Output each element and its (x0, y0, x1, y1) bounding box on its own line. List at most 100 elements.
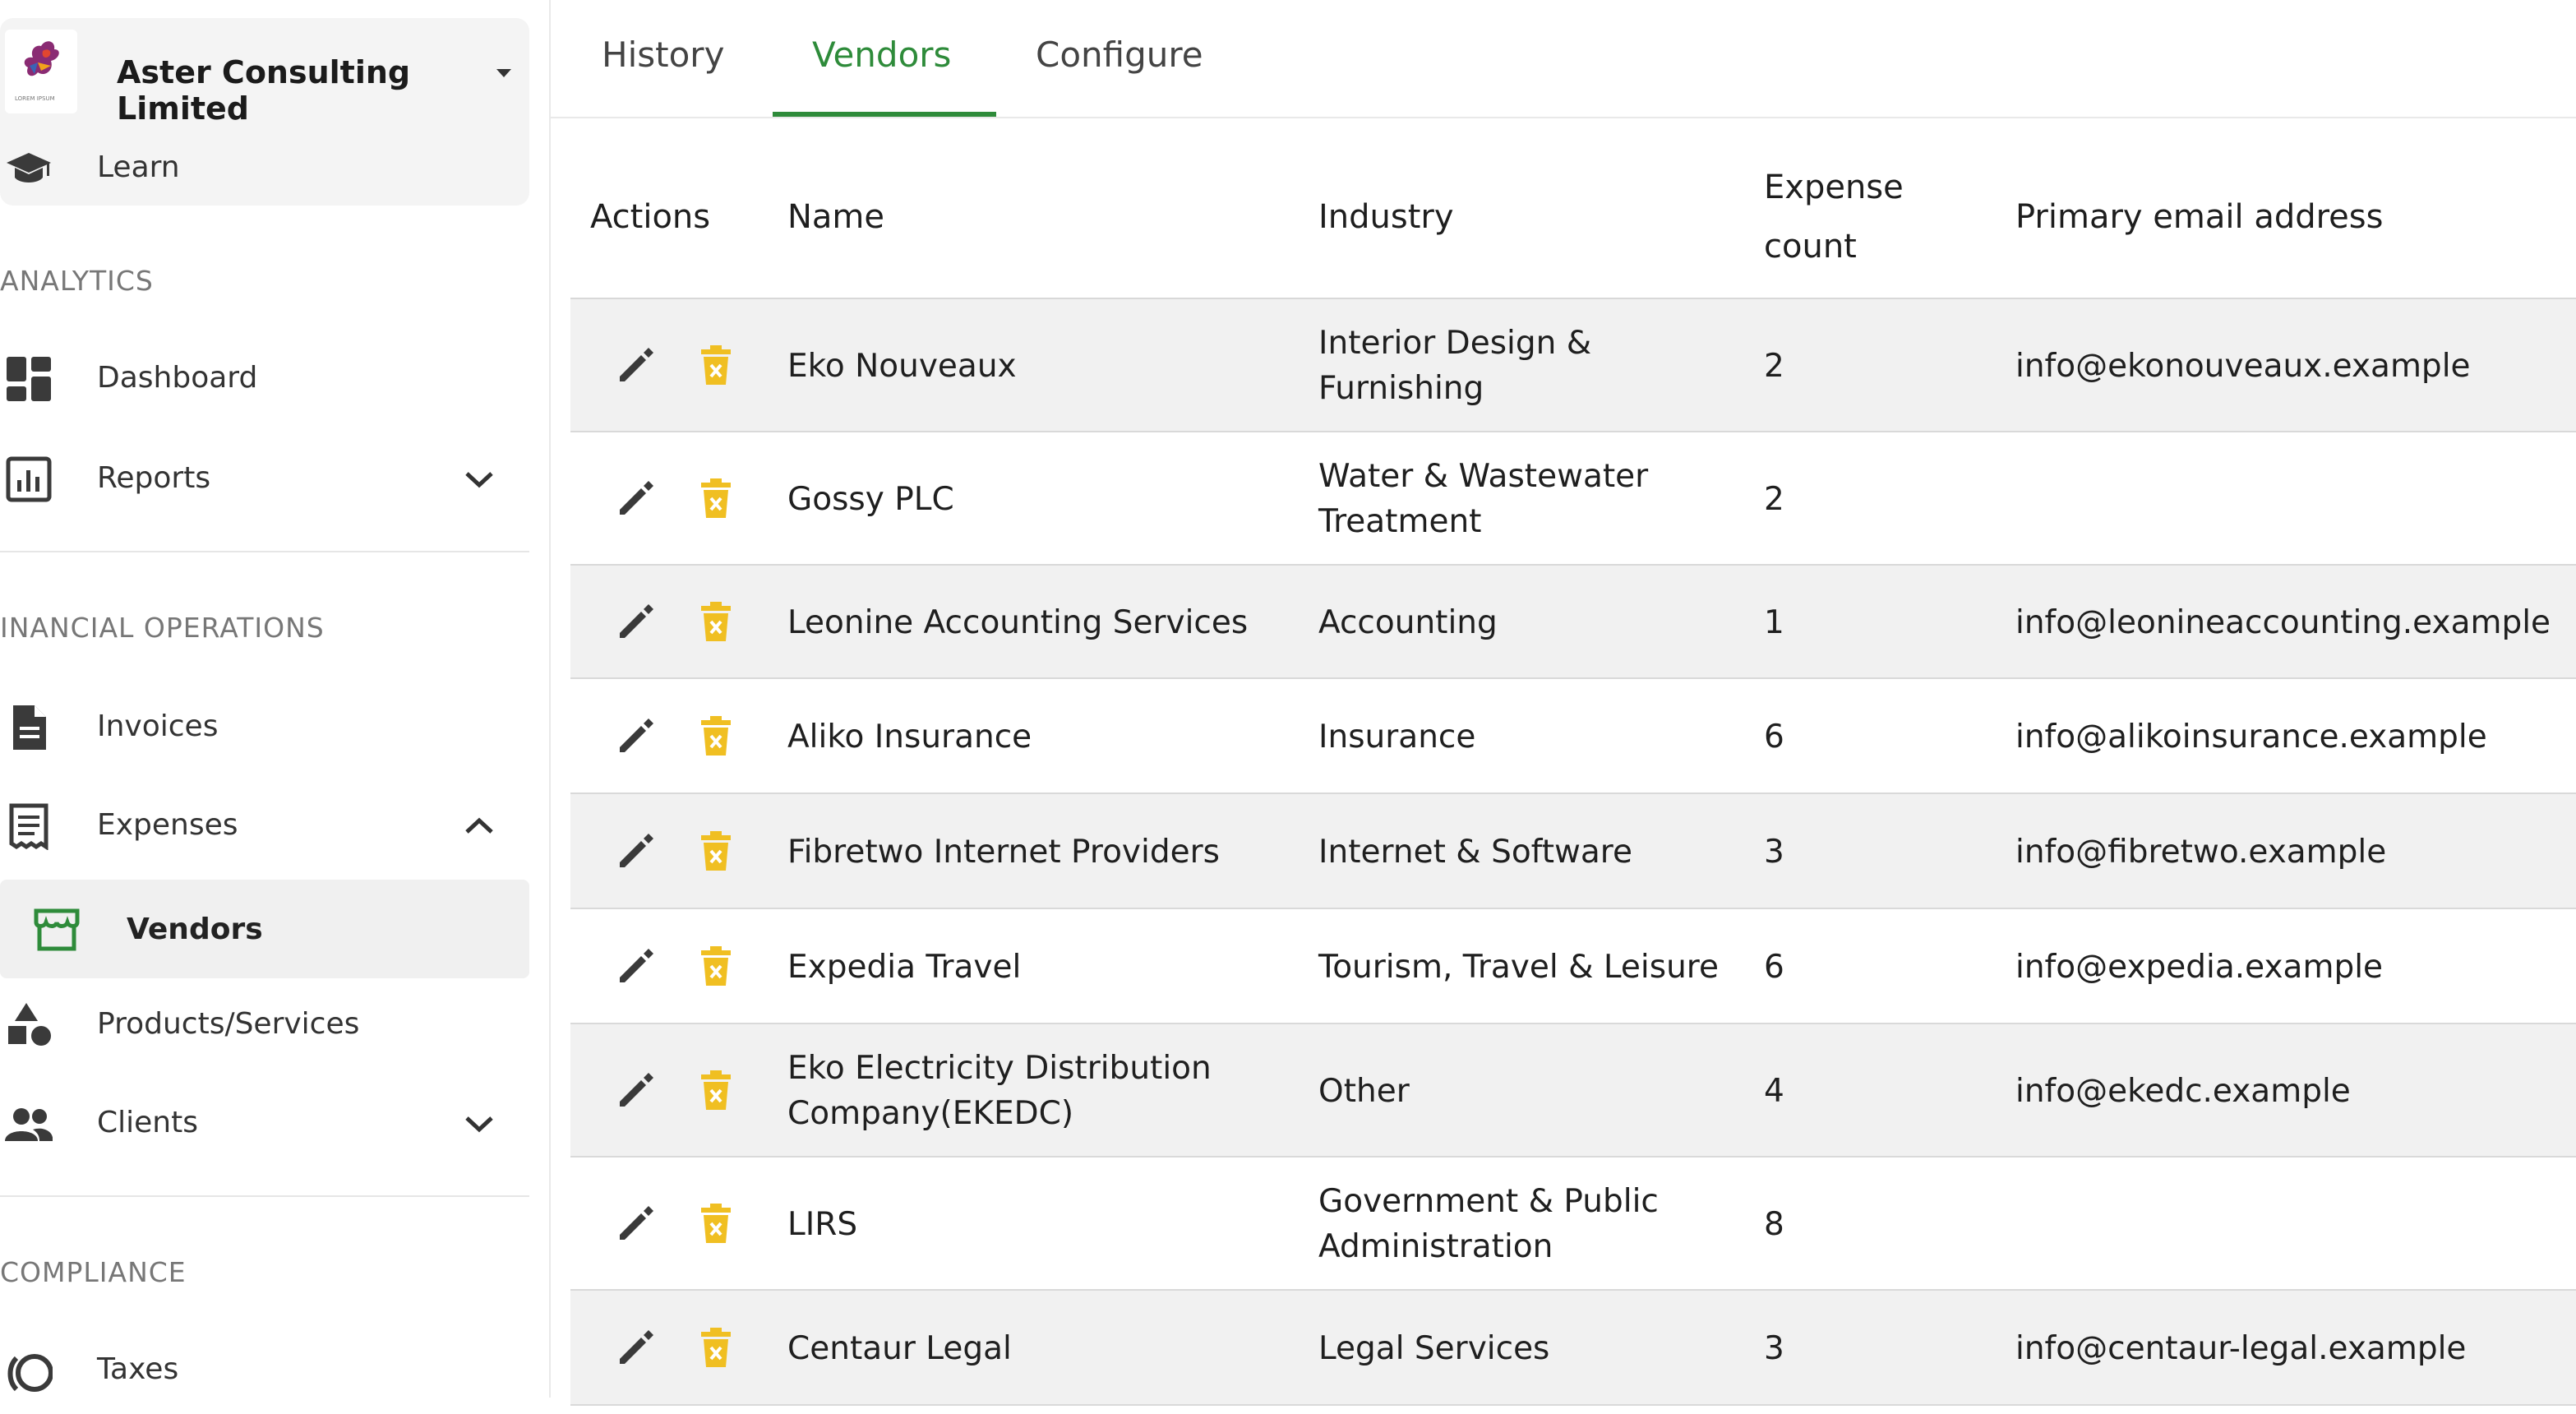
table-row[interactable]: LIRS Government & Public Administration 8 (570, 1158, 2576, 1291)
edit-icon[interactable] (615, 477, 658, 520)
sidebar-item-label: Learn (97, 150, 180, 184)
caret-down-icon[interactable] (496, 69, 511, 77)
org-switcher[interactable]: Aster Consulting Limited (117, 54, 529, 127)
sidebar-item-invoices[interactable]: Invoices (0, 681, 529, 771)
sidebar-item-label: Clients (97, 1106, 198, 1139)
divider (0, 551, 529, 552)
table-row[interactable]: Expedia Travel Tourism, Travel & Leisure 6… (570, 909, 2576, 1024)
vendor-email: info@alikoinsurance.example (2015, 719, 2487, 756)
vendor-expense-count: 4 (1764, 1073, 1784, 1110)
chevron-down-icon[interactable] (462, 1110, 496, 1138)
vendor-name: Gossy PLC (787, 481, 954, 518)
vendor-expense-count: 3 (1764, 1330, 1784, 1367)
header-expense-count-line1[interactable]: Expense (1764, 158, 1904, 217)
sidebar-item-label: Reports (97, 461, 211, 495)
reports-icon (6, 456, 52, 502)
chevron-down-icon[interactable] (462, 465, 496, 493)
sidebar-item-expenses[interactable]: Expenses (0, 779, 529, 870)
edit-icon[interactable] (615, 945, 658, 987)
sidebar: LOREM IPSUM Aster Consulting Limited Lea… (0, 0, 551, 1398)
sidebar-item-label: Vendors (127, 913, 263, 946)
vendor-name: Fibretwo Internet Providers (787, 834, 1220, 871)
storefront-icon (34, 908, 80, 951)
vendor-name: Centaur Legal (787, 1330, 1012, 1367)
edit-icon[interactable] (615, 829, 658, 872)
tab-bar: History Vendors Configure (551, 0, 2576, 118)
delete-icon[interactable] (700, 714, 732, 757)
edit-icon[interactable] (615, 600, 658, 643)
delete-icon[interactable] (700, 344, 732, 386)
bird-logo-icon (24, 41, 59, 76)
vendor-industry: Internet & Software (1318, 834, 1632, 871)
vendor-name: LIRS (787, 1206, 858, 1243)
vendor-industry: Tourism, Travel & Leisure (1318, 949, 1719, 986)
divider (0, 1195, 529, 1197)
section-title-analytics: ANALYTICS (0, 265, 154, 297)
vendor-industry: Government & Public Administration (1318, 1183, 1659, 1265)
vendor-email: info@ekedc.example (2015, 1073, 2351, 1110)
table-row[interactable]: Leonine Accounting Services Accounting 1 in… (570, 566, 2576, 679)
delete-icon[interactable] (700, 477, 732, 520)
sidebar-item-label: Expenses (97, 808, 238, 842)
tab-vendors[interactable]: Vendors (812, 35, 951, 75)
sidebar-item-learn[interactable]: Learn (0, 122, 529, 212)
vendor-expense-count: 1 (1764, 604, 1784, 641)
sidebar-item-label: Products/Services (97, 1007, 360, 1041)
delete-icon[interactable] (700, 1069, 732, 1111)
vendor-industry: Other (1318, 1073, 1410, 1110)
table-row[interactable]: Gossy PLC Water & Wastewater Treatment 2 (570, 432, 2576, 566)
vendor-industry: Accounting (1318, 604, 1498, 641)
edit-icon[interactable] (615, 344, 658, 386)
edit-icon[interactable] (615, 714, 658, 757)
vendor-email: info@expedia.example (2015, 949, 2384, 986)
table-row[interactable]: Centaur Legal Legal Services 3 info@centaur… (570, 1291, 2576, 1406)
section-title-financial: INANCIAL OPERATIONS (0, 612, 325, 644)
table-row[interactable]: Fibretwo Internet Providers Internet & So… (570, 794, 2576, 909)
tab-history[interactable]: History (602, 35, 724, 75)
edit-icon[interactable] (615, 1326, 658, 1369)
header-name[interactable]: Name (787, 187, 884, 247)
header-email[interactable]: Primary email address (2015, 187, 2383, 247)
vendor-email: info@ekonouveaux.example (2015, 348, 2471, 385)
vendor-expense-count: 3 (1764, 834, 1784, 871)
section-title-compliance: COMPLIANCE (0, 1256, 187, 1288)
header-industry[interactable]: Industry (1318, 187, 1454, 247)
delete-icon[interactable] (700, 1326, 732, 1369)
chevron-up-icon[interactable] (462, 812, 496, 840)
sidebar-item-products[interactable]: Products/Services (0, 978, 529, 1069)
table-row[interactable]: Eko Electricity Distribution Company(EKE… (570, 1024, 2576, 1158)
sidebar-item-vendors[interactable]: Vendors (0, 880, 529, 978)
edit-icon[interactable] (615, 1202, 658, 1245)
sidebar-item-label: Invoices (97, 709, 219, 743)
table-row[interactable]: Eko Nouveaux Interior Design & Furnishing… (570, 299, 2576, 432)
vendor-email: info@leonineaccounting.example (2015, 604, 2551, 641)
org-card: LOREM IPSUM Aster Consulting Limited Lea… (0, 18, 529, 206)
vendor-expense-count: 2 (1764, 481, 1784, 518)
sidebar-item-label: Dashboard (97, 361, 258, 395)
edit-icon[interactable] (615, 1069, 658, 1111)
vendor-name: Eko Nouveaux (787, 348, 1017, 385)
tab-configure[interactable]: Configure (1036, 35, 1203, 75)
vendor-industry: Interior Design & Furnishing (1318, 325, 1592, 407)
table-row[interactable]: Aliko Insurance Insurance 6 info@alikoinsur… (570, 679, 2576, 794)
vendor-email: info@centaur-legal.example (2015, 1330, 2467, 1367)
delete-icon[interactable] (700, 600, 732, 643)
vendor-expense-count: 6 (1764, 949, 1784, 986)
delete-icon[interactable] (700, 1202, 732, 1245)
vendor-name: Expedia Travel (787, 949, 1022, 986)
sidebar-item-dashboard[interactable]: Dashboard (0, 332, 529, 423)
taxes-icon (7, 1354, 53, 1392)
delete-icon[interactable] (700, 829, 732, 872)
vendors-table: Actions Name Industry Expense count Prim… (570, 150, 2576, 1406)
vendor-industry: Water & Wastewater Treatment (1318, 458, 1649, 540)
logo-caption: LOREM IPSUM (15, 95, 55, 102)
document-icon (13, 705, 46, 750)
sidebar-item-clients[interactable]: Clients (0, 1077, 529, 1167)
receipt-icon (9, 803, 48, 850)
sidebar-item-taxes[interactable]: Taxes (0, 1324, 529, 1414)
dashboard-icon (7, 357, 51, 401)
delete-icon[interactable] (700, 945, 732, 987)
vendor-industry: Legal Services (1318, 1330, 1550, 1367)
header-expense-count-line2[interactable]: count (1764, 217, 1857, 276)
sidebar-item-reports[interactable]: Reports (0, 432, 529, 523)
